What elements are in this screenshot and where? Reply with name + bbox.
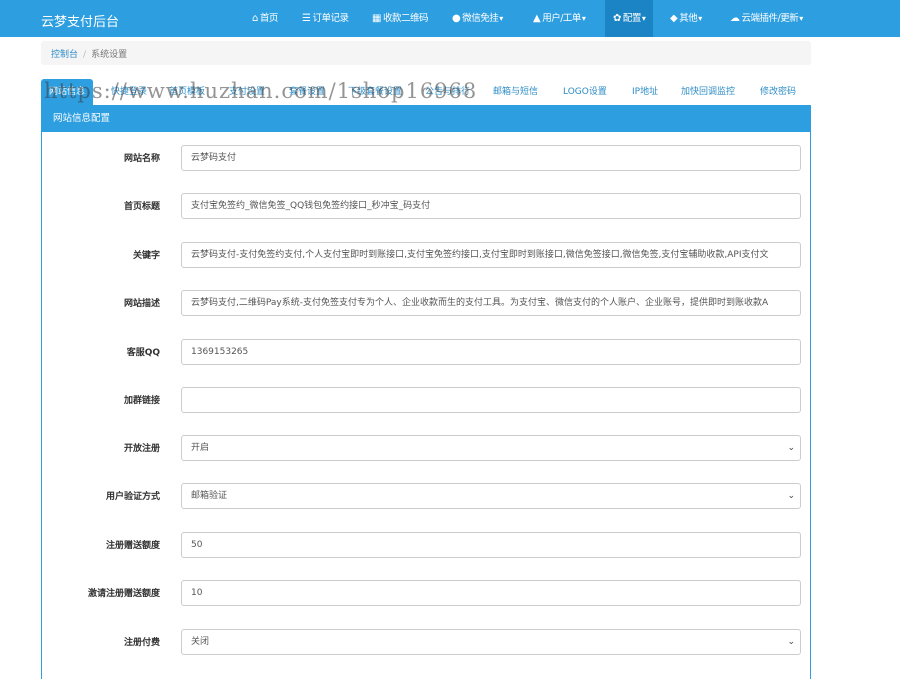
settings-tabs: 网站信息 快捷登录 首页模板 支付设置 套餐设置 下级套餐设置 公告与排行 邮箱… — [41, 79, 811, 105]
nav-home-label: 首页 — [259, 13, 279, 24]
nav-other-label: 其他 — [679, 13, 698, 24]
nav-wechat[interactable]: ● 微信免挂▾ — [452, 0, 503, 37]
invite-bonus-input[interactable]: 10 — [181, 580, 801, 606]
form-row-site-name: 网站名称 云梦码支付 — [42, 145, 812, 171]
open-register-value: 开启 — [191, 443, 210, 453]
form-row-home-title: 首页标题 支付宝免签约_微信免签_QQ钱包免签约接口_秒冲宝_码支付 — [42, 193, 812, 219]
register-fee-label: 注册付费 — [123, 638, 160, 648]
register-fee-select[interactable]: 关闭 ⌄ — [181, 629, 801, 655]
service-qq-input[interactable]: 1369153265 — [181, 339, 801, 365]
caret-down-icon: ▾ — [799, 14, 803, 23]
invite-bonus-label: 激请注册赠送额度 — [87, 589, 160, 599]
user-icon: ▲ — [533, 13, 541, 24]
tab-quick-login[interactable]: 快捷登录 — [111, 79, 147, 105]
caret-down-icon: ▾ — [641, 14, 646, 23]
site-name-label: 网站名称 — [123, 154, 160, 164]
nav-cloud-label: 云端插件/更新 — [741, 13, 799, 24]
qrcode-icon: ▦ — [372, 13, 381, 24]
register-fee-value: 关闭 — [191, 637, 210, 647]
wechat-icon: ● — [452, 13, 461, 24]
chevron-down-icon: ⌄ — [787, 443, 795, 453]
register-bonus-label: 注册赠送额度 — [105, 541, 160, 551]
tab-sub-package-settings[interactable]: 下级套餐设置 — [348, 79, 402, 105]
caret-down-icon: ▾ — [499, 14, 503, 23]
caret-down-icon: ▾ — [698, 14, 702, 23]
tab-logo-settings[interactable]: LOGO设置 — [563, 79, 607, 105]
cube-icon: ◆ — [670, 13, 678, 24]
brand-title[interactable]: 云梦支付后台 — [41, 11, 119, 30]
home-title-input[interactable]: 支付宝免签约_微信免签_QQ钱包免签约接口_秒冲宝_码支付 — [181, 193, 801, 219]
nav-qrcode[interactable]: ▦ 收款二维码 — [372, 0, 428, 37]
tab-payment-settings[interactable]: 支付设置 — [229, 79, 265, 105]
tab-email-sms[interactable]: 邮箱与短信 — [493, 79, 538, 105]
breadcrumb: 控制台 / 系统设置 — [41, 41, 811, 65]
tab-notice-ranking[interactable]: 公告与排行 — [425, 79, 470, 105]
tab-ip-address[interactable]: IP地址 — [632, 79, 658, 105]
form-row-verify-method: 用户验证方式 邮箱验证 ⌄ — [42, 483, 812, 509]
breadcrumb-home[interactable]: 控制台 — [51, 50, 78, 60]
site-info-panel: 网站信息配置 网站名称 云梦码支付 首页标题 支付宝免签约_微信免签_QQ钱包免… — [41, 105, 811, 679]
form-row-invite-bonus: 激请注册赠送额度 10 — [42, 580, 812, 606]
nav-home[interactable]: ⌂ 首页 — [252, 0, 278, 37]
verify-method-select[interactable]: 邮箱验证 ⌄ — [181, 483, 801, 509]
tab-site-info[interactable]: 网站信息 — [41, 79, 94, 105]
nav-orders-label: 订单记录 — [312, 13, 349, 24]
register-bonus-input[interactable]: 50 — [181, 532, 801, 558]
caret-down-icon: ▾ — [581, 14, 586, 23]
form-row-keywords: 关键字 云梦码支付-支付免签约支付,个人支付宝即时到账接口,支付宝免签约接口,支… — [42, 242, 812, 268]
keywords-label: 关键字 — [132, 251, 160, 261]
keywords-input[interactable]: 云梦码支付-支付免签约支付,个人支付宝即时到账接口,支付宝免签约接口,支付宝即时… — [181, 242, 801, 268]
home-title-label: 首页标题 — [123, 202, 160, 212]
site-name-input[interactable]: 云梦码支付 — [181, 145, 801, 171]
open-register-select[interactable]: 开启 ⌄ — [181, 435, 801, 461]
chevron-down-icon: ⌄ — [787, 637, 795, 647]
tab-callback-monitor[interactable]: 加快回调监控 — [681, 79, 735, 105]
verify-method-label: 用户验证方式 — [105, 492, 160, 502]
nav-users-label: 用户/工单 — [542, 13, 581, 24]
description-input[interactable]: 云梦码支付,二维码Pay系统-支付免签支付专为个人、企业收款而生的支付工具。为支… — [181, 290, 801, 316]
nav-users[interactable]: ▲ 用户/工单▾ — [533, 0, 586, 37]
service-qq-label: 客服QQ — [126, 348, 160, 358]
breadcrumb-separator: / — [83, 50, 87, 60]
form-row-description: 网站描述 云梦码支付,二维码Pay系统-支付免签支付专为个人、企业收款而生的支付… — [42, 290, 812, 316]
form-row-service-qq: 客服QQ 1369153265 — [42, 339, 812, 365]
tab-home-template[interactable]: 首页模板 — [169, 79, 205, 105]
tab-package-settings[interactable]: 套餐设置 — [289, 79, 325, 105]
nav-qrcode-label: 收款二维码 — [382, 13, 429, 24]
verify-method-value: 邮箱验证 — [191, 491, 228, 501]
nav-config[interactable]: ✿ 配置▾ — [605, 0, 654, 37]
nav-config-label: 配置 — [622, 13, 642, 24]
form-row-group-link: 加群链接 — [42, 387, 812, 413]
gear-icon: ✿ — [613, 13, 621, 24]
form-row-open-register: 开放注册 开启 ⌄ — [42, 435, 812, 461]
top-navbar: 云梦支付后台 ⌂ 首页 ☰ 订单记录 ▦ 收款二维码 ● 微信免挂▾ ▲ 用户/工单▾ ✿… — [0, 0, 900, 37]
home-icon: ⌂ — [252, 13, 258, 24]
nav-wechat-label: 微信免挂 — [462, 13, 499, 24]
panel-title: 网站信息配置 — [42, 105, 810, 132]
cloud-icon: ☁ — [730, 13, 740, 24]
nav-other[interactable]: ◆ 其他▾ — [670, 0, 702, 37]
nav-orders[interactable]: ☰ 订单记录 — [302, 0, 349, 37]
form-row-register-fee: 注册付费 关闭 ⌄ — [42, 629, 812, 655]
form-row-register-bonus: 注册赠送额度 50 — [42, 532, 812, 558]
description-label: 网站描述 — [123, 299, 160, 309]
list-icon: ☰ — [302, 13, 311, 24]
breadcrumb-current: 系统设置 — [91, 50, 128, 60]
open-register-label: 开放注册 — [123, 444, 160, 454]
chevron-down-icon: ⌄ — [787, 491, 795, 501]
group-link-label: 加群链接 — [123, 396, 160, 406]
nav-cloud[interactable]: ☁ 云端插件/更新▾ — [730, 0, 803, 37]
tab-change-password[interactable]: 修改密码 — [760, 79, 796, 105]
group-link-input[interactable] — [181, 387, 801, 413]
